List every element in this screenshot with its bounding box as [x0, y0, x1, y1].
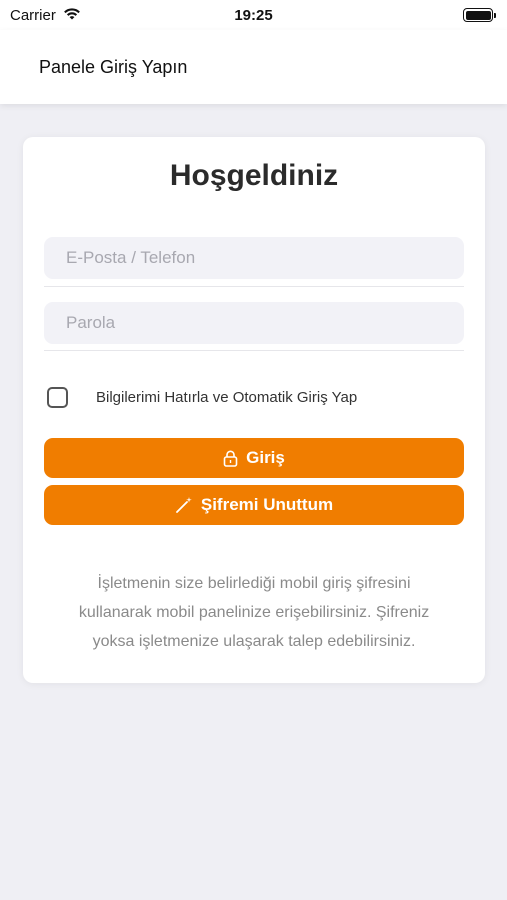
- login-button[interactable]: Giriş: [44, 438, 464, 478]
- remember-me-label: Bilgilerimi Hatırla ve Otomatik Giriş Ya…: [96, 389, 358, 406]
- magic-wand-icon: [175, 496, 193, 514]
- forgot-password-button[interactable]: Şifremi Unuttum: [44, 485, 464, 525]
- password-divider: [44, 350, 464, 351]
- remember-me-checkbox[interactable]: [47, 387, 68, 408]
- email-phone-input[interactable]: [44, 237, 464, 279]
- remember-me-row[interactable]: Bilgilerimi Hatırla ve Otomatik Giriş Ya…: [47, 387, 357, 408]
- info-text: İşletmenin size belirlediği mobil giriş …: [78, 575, 430, 650]
- forgot-password-label: Şifremi Unuttum: [200, 495, 334, 514]
- lock-icon: [223, 450, 238, 467]
- page-title: Panele Giriş Yapın: [39, 56, 188, 77]
- wifi-icon: [62, 6, 82, 25]
- nav-bar: Panele Giriş Yapın: [0, 30, 507, 104]
- battery-icon: [463, 8, 496, 22]
- carrier-label: Carrier: [10, 6, 56, 24]
- status-left: Carrier: [10, 6, 82, 25]
- status-bar: Carrier 19:25: [0, 0, 507, 30]
- login-button-label: Giriş: [246, 448, 285, 467]
- battery-fill: [465, 10, 491, 20]
- email-divider: [44, 286, 464, 287]
- welcome-heading: Hoşgeldiniz: [169, 159, 339, 192]
- password-input[interactable]: [44, 302, 464, 344]
- login-card: Hoşgeldiniz Bilgilerimi Hatırla ve Otoma…: [23, 137, 485, 683]
